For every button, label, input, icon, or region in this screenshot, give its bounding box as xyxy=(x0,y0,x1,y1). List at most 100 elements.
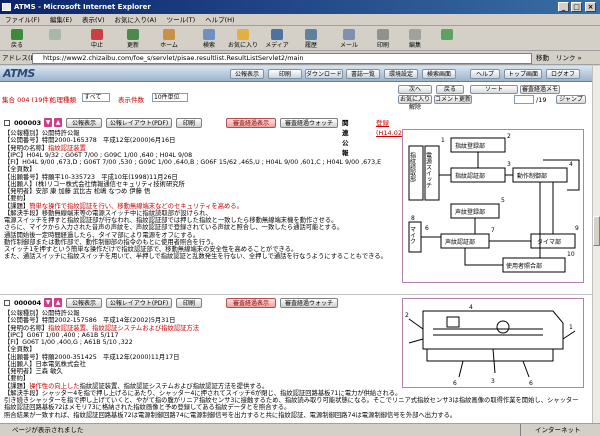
menu-view[interactable]: 表示(V) xyxy=(77,14,110,26)
atms-logo: ATMS xyxy=(3,67,35,80)
review-history-button[interactable]: 審査経過表示 xyxy=(226,298,276,308)
block-diagram: 指紋読取部 電源スイッチ 指紋登録部 指紋認証部 動作制御部 声紋登録部 声紋認… xyxy=(408,133,580,273)
menu-edit[interactable]: 編集(E) xyxy=(45,14,77,26)
vertical-scrollbar[interactable] xyxy=(592,66,600,423)
address-input[interactable]: https://www2.chizaibu.com/foe_s/servlet/… xyxy=(32,53,532,64)
maximize-button[interactable]: □ xyxy=(571,2,582,12)
security-zone: インターネット xyxy=(520,424,600,436)
clear-fav-button[interactable]: お気に入り解除 xyxy=(398,95,432,111)
label-mic: マイク xyxy=(409,226,416,244)
field-value: 公開特許公報 xyxy=(41,310,80,317)
proc-type-select[interactable]: すべて xyxy=(82,93,110,102)
history-button[interactable]: 履歴 xyxy=(296,29,326,49)
nav-pub-view[interactable]: 公報表示 xyxy=(230,69,264,79)
sort-button[interactable]: ソート xyxy=(470,85,518,94)
field-extra: 安部 康 加藤 武比古 松嶋 なつめ 伊藤 悟 xyxy=(35,188,151,195)
field-value: 照合結果が一致すれば、指紋認証回路基板72は電源制御回路74に電源制御信号を出力… xyxy=(4,411,457,419)
review-watch-button[interactable]: 審査経過ウォッチ xyxy=(280,118,338,128)
mail-icon xyxy=(343,29,355,40)
back-button[interactable]: 戻る xyxy=(2,29,32,49)
nav-download[interactable]: ダウンロード xyxy=(305,69,343,79)
num-5: 5 xyxy=(501,197,505,204)
num-6b: 6 xyxy=(529,380,533,387)
record-checkbox[interactable] xyxy=(4,120,10,126)
back-page-button[interactable]: 戻る xyxy=(436,85,464,94)
stop-button[interactable]: 中止 xyxy=(82,29,112,49)
field-value: スイッチ1を押すという簡単な操作だけで指紋認証部で、移動無線端末の安全性を高める… xyxy=(4,246,298,253)
menu-file[interactable]: ファイル(F) xyxy=(0,14,45,26)
record-number: 000004 xyxy=(14,299,42,307)
nav-search[interactable]: 検索画面 xyxy=(422,69,456,79)
record-line: 【出願番号】特願平10-335723 平成10年(1998)11月26日 xyxy=(4,174,387,181)
pub-layout-button[interactable]: 公報レイアウト(PDF) xyxy=(106,118,172,128)
record-number: 000003 xyxy=(14,119,42,127)
review-watch-button[interactable]: 審査経過ウォッチ xyxy=(280,298,338,308)
forward-arrow-icon xyxy=(49,29,61,40)
field-label: 【IPC】 xyxy=(4,151,27,159)
page-input[interactable] xyxy=(514,95,534,104)
num-1: 1 xyxy=(569,324,573,331)
label-voice-auth: 声紋認証部 xyxy=(445,238,475,246)
next-button[interactable]: 次へ xyxy=(398,85,432,94)
nav-top[interactable]: トップ画面 xyxy=(504,69,542,79)
field-value: 指紋認証回路基板72はメモリ73に格納された指紋画像と予め登録してある指紋データ… xyxy=(4,404,291,412)
down-arrow-icon[interactable]: ▼ xyxy=(44,298,52,307)
menu-help[interactable]: ヘルプ(H) xyxy=(200,14,239,26)
edit-button[interactable]: 編集 xyxy=(400,29,430,49)
page-total: /19 xyxy=(536,96,547,104)
jump-button[interactable]: ジャンプ xyxy=(556,95,586,104)
review-memo-button[interactable]: 審査経過メモ xyxy=(520,85,560,94)
nav-biblio-list[interactable]: 書誌一覧 xyxy=(346,69,380,79)
field-label: 【公報種別】 xyxy=(4,130,42,137)
record-line: 【課題】簡単な操作で指紋認証を行い、移動無線端末などのセキュリティを高める。 xyxy=(4,203,387,210)
nav-logoff[interactable]: ログオフ xyxy=(546,69,580,79)
pub-view-button[interactable]: 公報表示 xyxy=(66,298,102,308)
field-value: H04L 9/32 ; G06T 7/00 ; G09C 1/00 ,640 ;… xyxy=(26,151,193,159)
search-icon xyxy=(203,29,215,40)
media-button[interactable]: メディア xyxy=(262,29,292,49)
nav-settings[interactable]: 環境設定 xyxy=(384,69,418,79)
record-line: さらに、マイクから入力された音声の声紋を、声紋認証部で登録されている声紋と照合し… xyxy=(4,224,387,231)
go-button[interactable]: 移動 xyxy=(536,52,549,65)
up-arrow-icon[interactable]: ▲ xyxy=(54,118,62,127)
down-arrow-icon[interactable]: ▼ xyxy=(44,118,52,127)
disp-count-select[interactable]: 10件単位 xyxy=(152,93,188,102)
pub-layout-button[interactable]: 公報レイアウト(PDF) xyxy=(106,298,172,308)
record-000004: 000004 ▼ ▲ 公報表示 公報レイアウト(PDF) 印刷 審査経過表示 審… xyxy=(0,298,592,423)
comment-update-button[interactable]: コメント更新 xyxy=(434,95,472,104)
minimize-button[interactable]: _ xyxy=(558,2,569,12)
nav-print[interactable]: 印刷 xyxy=(268,69,302,79)
review-history-button[interactable]: 審査経過表示 xyxy=(226,118,276,128)
close-button[interactable]: × xyxy=(585,2,596,12)
nav-help[interactable]: ヘルプ xyxy=(470,69,500,79)
refresh-button[interactable]: 更新 xyxy=(118,29,148,49)
record-print-button[interactable]: 印刷 xyxy=(176,298,202,308)
record-checkbox[interactable] xyxy=(4,300,10,306)
home-button[interactable]: ホーム xyxy=(154,29,184,49)
print-button[interactable]: 印刷 xyxy=(368,29,398,49)
field-value: さらに、マイクから入力された音声の声紋を、声紋認証部で登録されている声紋と照合し… xyxy=(4,224,344,232)
record-line: 通話開始後一定時間経過したら、タイマ部により電源をオフにする。 xyxy=(4,232,387,239)
field-value: また、通話スイッチに指紋スイッチを用いて、半押しで指紋認証と乱数発生を行ない、全… xyxy=(4,253,387,261)
field-label: 【要約】 xyxy=(4,375,30,383)
mail-button[interactable]: メール xyxy=(334,29,364,49)
messenger-icon xyxy=(441,29,453,40)
menu-favorites[interactable]: お気に入り(A) xyxy=(110,14,162,26)
refresh-icon xyxy=(127,29,139,40)
field-label: 【出願番号】 xyxy=(4,353,42,361)
forward-button[interactable] xyxy=(40,29,70,49)
pub-view-button[interactable]: 公報表示 xyxy=(66,118,102,128)
record-print-button[interactable]: 印刷 xyxy=(176,118,202,128)
favorites-button[interactable]: お気に入り xyxy=(228,29,258,49)
field-extra: 株式会社情報通信セキュリティ技術研究所 xyxy=(65,180,185,188)
scroll-thumb[interactable] xyxy=(593,216,600,246)
field-label: 【IPC】 xyxy=(4,331,27,339)
search-button[interactable]: 検索 xyxy=(194,29,224,49)
messenger-button[interactable] xyxy=(432,29,462,49)
num-4: 4 xyxy=(469,304,473,311)
field-label: 【課題】 xyxy=(4,382,30,390)
up-arrow-icon[interactable]: ▲ xyxy=(54,298,62,307)
menu-tools[interactable]: ツール(T) xyxy=(162,14,201,26)
browser-window: ATMS - Microsoft Internet Explorer _ □ ×… xyxy=(0,0,600,436)
links-button[interactable]: リンク » xyxy=(556,52,582,65)
